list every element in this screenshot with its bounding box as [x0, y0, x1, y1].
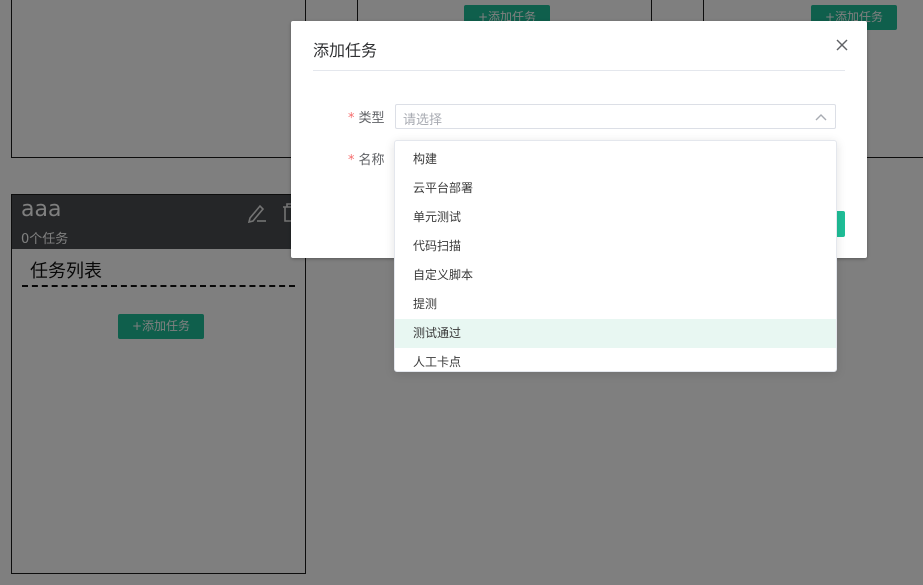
type-select[interactable]: 请选择: [395, 104, 836, 129]
required-mark: *: [348, 111, 355, 126]
chevron-up-icon: [815, 114, 827, 121]
dropdown-option[interactable]: 构建: [395, 145, 836, 174]
type-select-placeholder: 请选择: [403, 113, 443, 128]
close-icon[interactable]: [833, 36, 851, 54]
type-label-text: 类型: [358, 111, 385, 126]
dropdown-option[interactable]: 自定义脚本: [395, 261, 836, 290]
type-label: * 类型: [348, 107, 385, 126]
dropdown-option[interactable]: 单元测试: [395, 203, 836, 232]
type-dropdown: 构建 云平台部署 单元测试 代码扫描 自定义脚本 提测 测试通过 人工卡点: [394, 140, 837, 372]
dropdown-option[interactable]: 人工卡点: [395, 348, 836, 371]
dropdown-option-highlighted[interactable]: 测试通过: [395, 319, 836, 348]
dialog-divider: [313, 70, 845, 71]
dropdown-option[interactable]: 代码扫描: [395, 232, 836, 261]
dialog-title: 添加任务: [313, 41, 378, 60]
dropdown-option[interactable]: 提测: [395, 290, 836, 319]
dropdown-option[interactable]: 云平台部署: [395, 174, 836, 203]
type-options: 构建 云平台部署 单元测试 代码扫描 自定义脚本 提测 测试通过 人工卡点: [395, 145, 836, 371]
required-mark: *: [348, 153, 355, 168]
name-label: * 名称: [348, 149, 385, 168]
name-label-text: 名称: [358, 153, 385, 168]
